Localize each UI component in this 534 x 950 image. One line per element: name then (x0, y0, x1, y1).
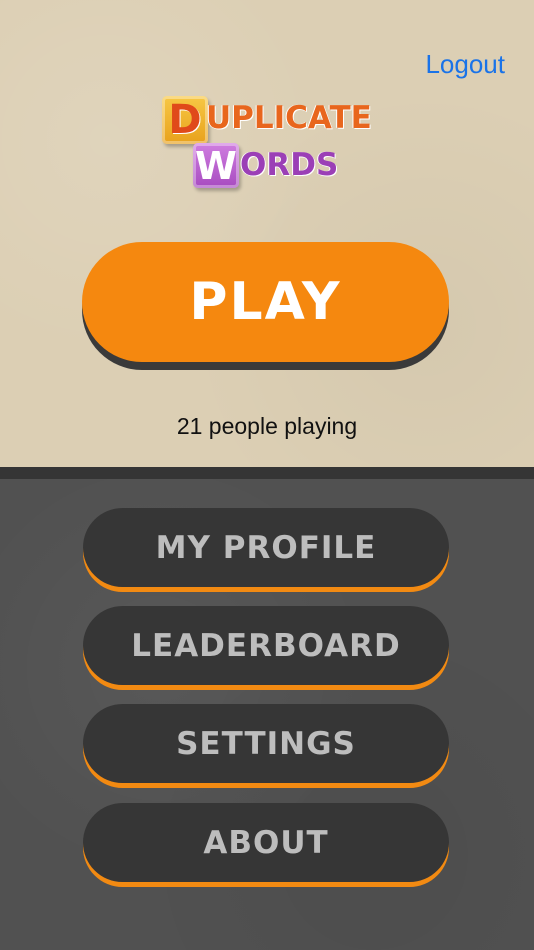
logout-link[interactable]: Logout (425, 49, 505, 80)
play-button-label: PLAY (189, 272, 342, 332)
my-profile-label: MY PROFILE (155, 529, 377, 566)
settings-button[interactable]: SETTINGS (83, 704, 449, 783)
panel-divider (0, 467, 534, 479)
logo-word-duplicate: UPLICATE (206, 100, 372, 136)
logo-tile-d: D (162, 96, 208, 144)
play-button[interactable]: PLAY (82, 242, 449, 362)
settings-label: SETTINGS (176, 725, 356, 762)
logo-tile-w: W (193, 143, 239, 188)
logo-letter-w: W (195, 143, 237, 188)
about-label: ABOUT (203, 824, 329, 861)
leaderboard-button[interactable]: LEADERBOARD (83, 606, 449, 685)
leaderboard-label: LEADERBOARD (131, 627, 401, 664)
logo-letter-d: D (168, 97, 202, 143)
logo-word-words: ORDS (240, 147, 339, 183)
app-logo: D UPLICATE W ORDS (160, 92, 375, 192)
my-profile-button[interactable]: MY PROFILE (83, 508, 449, 587)
players-count: 21 people playing (176, 413, 358, 439)
about-button[interactable]: ABOUT (83, 803, 449, 882)
